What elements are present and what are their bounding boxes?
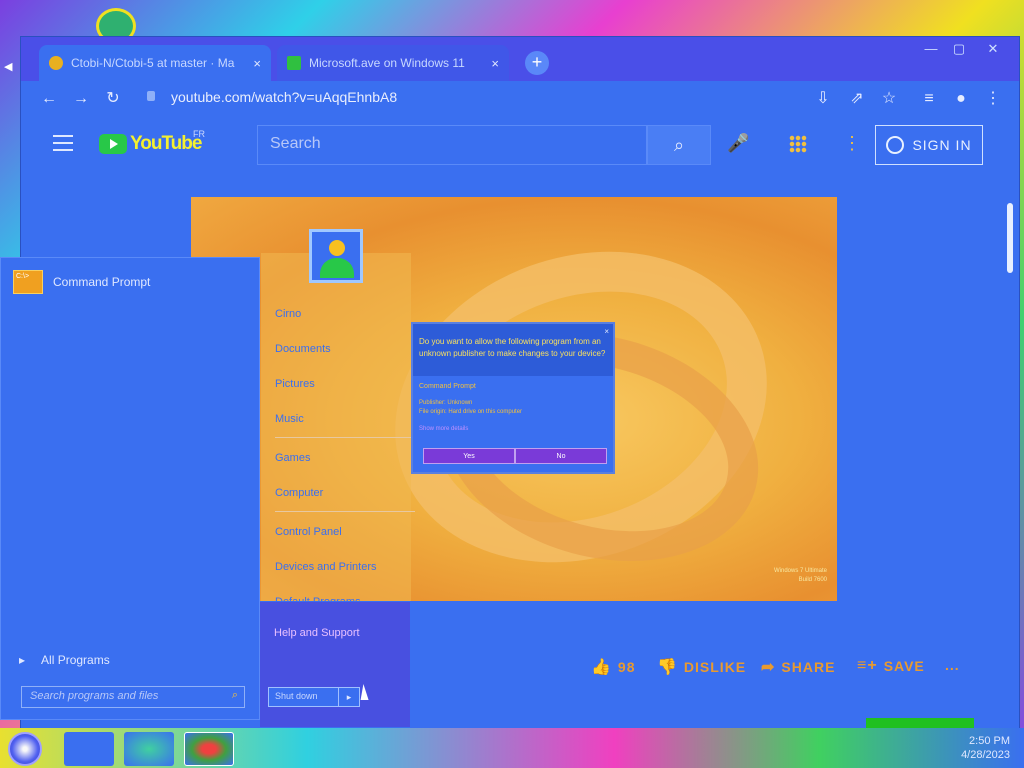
microphone-icon[interactable]: 🎤 xyxy=(727,133,749,154)
pinned-program-label: Command Prompt xyxy=(53,275,151,289)
close-icon: × xyxy=(604,327,609,336)
search-input[interactable]: Search xyxy=(257,125,647,165)
sign-in-label: SIGN IN xyxy=(912,137,972,153)
browser-taskbar-icon[interactable] xyxy=(184,732,234,766)
start-search-placeholder: Search programs and files xyxy=(30,690,159,702)
youtube-wordmark: YouTube xyxy=(130,133,202,154)
tab-github[interactable]: Ctobi-N/Ctobi-5 at master · Ma × xyxy=(39,45,271,81)
start-menu: C:\> Command Prompt ▸ All Programs Searc… xyxy=(0,257,410,727)
uac-origin: File origin: Hard drive on this computer xyxy=(419,409,523,415)
share-icon: ➦ xyxy=(761,659,776,676)
uac-details-link: Show more details xyxy=(419,426,469,432)
arrow-right-icon: ▸ xyxy=(19,653,26,667)
page-scrollbar[interactable] xyxy=(1007,203,1013,273)
shutdown-options-button[interactable]: ▸ xyxy=(338,687,360,707)
browser-menu-icon[interactable]: ⋮ xyxy=(983,89,1003,109)
all-programs-label: All Programs xyxy=(41,653,110,667)
uac-yes-button: Yes xyxy=(423,448,515,464)
windows-watermark: Windows 7 Ultimate Build 7600 xyxy=(773,568,827,583)
youtube-play-icon xyxy=(99,134,127,154)
apps-grid-icon[interactable] xyxy=(789,135,807,153)
explorer-taskbar-icon[interactable] xyxy=(64,732,114,766)
maximize-button[interactable]: ▢ xyxy=(945,41,973,57)
tab-close-icon[interactable]: × xyxy=(253,56,261,71)
close-window-button[interactable]: ✕ xyxy=(979,41,1007,57)
sign-in-button[interactable]: SIGN IN xyxy=(875,125,983,165)
clock-date: 4/28/2023 xyxy=(961,749,1010,761)
pinned-command-prompt[interactable]: C:\> Command Prompt xyxy=(13,270,150,294)
address-bar[interactable]: youtube.com/watch?v=uAqqEhnbA8 xyxy=(171,89,397,105)
minimize-button[interactable]: — xyxy=(917,41,945,56)
share-page-icon[interactable]: ⇗ xyxy=(847,89,867,109)
new-tab-button[interactable]: + xyxy=(525,51,549,75)
clock-time: 2:50 PM xyxy=(969,735,1010,747)
like-count: 98 xyxy=(617,659,636,675)
app-taskbar-icon[interactable] xyxy=(124,732,174,766)
uac-buttons: Yes No xyxy=(423,448,607,464)
thumbs-up-icon: 👍 xyxy=(591,659,612,676)
reading-list-icon[interactable]: ≡ xyxy=(919,89,939,109)
playlist-add-icon: ≡+ xyxy=(857,657,878,674)
uac-header: × Do you want to allow the following pro… xyxy=(413,324,613,376)
uac-no-button: No xyxy=(515,448,607,464)
search-button[interactable]: ⌕ xyxy=(647,125,711,165)
uac-program: Command Prompt xyxy=(419,383,476,390)
tab-title: Ctobi-N/Ctobi-5 at master · Ma xyxy=(71,56,235,70)
share-button[interactable]: ➦ SHARE xyxy=(761,657,835,677)
share-label: SHARE xyxy=(781,659,836,675)
tab-title: Microsoft.ave on Windows 11 xyxy=(309,56,465,70)
reload-icon[interactable]: ↻ xyxy=(103,89,123,109)
like-button[interactable]: 👍 98 xyxy=(591,657,636,677)
youtube-logo[interactable]: YouTube xyxy=(99,133,202,155)
start-button[interactable] xyxy=(8,732,42,766)
start-menu-left-pane: C:\> Command Prompt ▸ All Programs Searc… xyxy=(0,257,260,720)
settings-more-icon[interactable]: ⋮ xyxy=(843,133,861,154)
lock-icon xyxy=(147,91,155,101)
country-code: FR xyxy=(193,129,205,139)
uac-question: Do you want to allow the following progr… xyxy=(419,337,606,358)
tab-close-icon[interactable]: × xyxy=(491,56,499,71)
command-prompt-icon: C:\> xyxy=(13,270,43,294)
menu-icon[interactable] xyxy=(53,135,73,151)
dislike-label: DISLIKE xyxy=(683,659,747,675)
more-actions-button[interactable]: ... xyxy=(945,657,960,673)
taskbar: 2:50 PM 4/28/2023 xyxy=(0,728,1024,768)
start-search-input[interactable]: Search programs and files ⌕ xyxy=(21,686,245,708)
browser-toolbar: ← → ↻ youtube.com/watch?v=uAqqEhnbA8 ⇩ ⇗… xyxy=(21,81,1019,117)
save-label: SAVE xyxy=(883,658,925,674)
search-icon: ⌕ xyxy=(673,135,685,155)
microsoft-favicon-icon xyxy=(287,56,301,70)
all-programs-button[interactable]: ▸ All Programs xyxy=(19,653,110,667)
forward-icon[interactable]: → xyxy=(71,89,91,109)
start-menu-right-pane-bottom xyxy=(260,602,410,727)
profile-icon[interactable]: ● xyxy=(951,89,971,109)
tab-strip: Ctobi-N/Ctobi-5 at master · Ma × Microso… xyxy=(21,37,1019,81)
dislike-button[interactable]: 👎 DISLIKE xyxy=(657,657,746,677)
uac-body: Command Prompt Publisher: Unknown File o… xyxy=(413,376,613,440)
account-icon xyxy=(886,136,905,154)
desktop-arrow-icon: ◀ xyxy=(4,61,13,73)
system-clock[interactable]: 2:50 PM 4/28/2023 xyxy=(920,734,1010,762)
youtube-header: YouTube FR Search ⌕ 🎤 ⋮ SIGN IN xyxy=(21,117,1019,173)
help-and-support-link[interactable]: Help and Support xyxy=(274,627,360,639)
bookmark-star-icon[interactable]: ☆ xyxy=(879,89,899,109)
install-app-icon[interactable]: ⇩ xyxy=(813,89,833,109)
thumbs-down-icon: 👎 xyxy=(657,659,678,676)
uac-publisher: Publisher: Unknown xyxy=(419,400,473,406)
github-favicon-icon xyxy=(49,56,63,70)
save-button[interactable]: ≡+ SAVE xyxy=(857,657,925,675)
magnifier-icon: ⌕ xyxy=(231,689,238,701)
tab-microsoft[interactable]: Microsoft.ave on Windows 11 × xyxy=(277,45,509,81)
uac-dialog: × Do you want to allow the following pro… xyxy=(411,322,615,474)
back-icon[interactable]: ← xyxy=(39,89,59,109)
